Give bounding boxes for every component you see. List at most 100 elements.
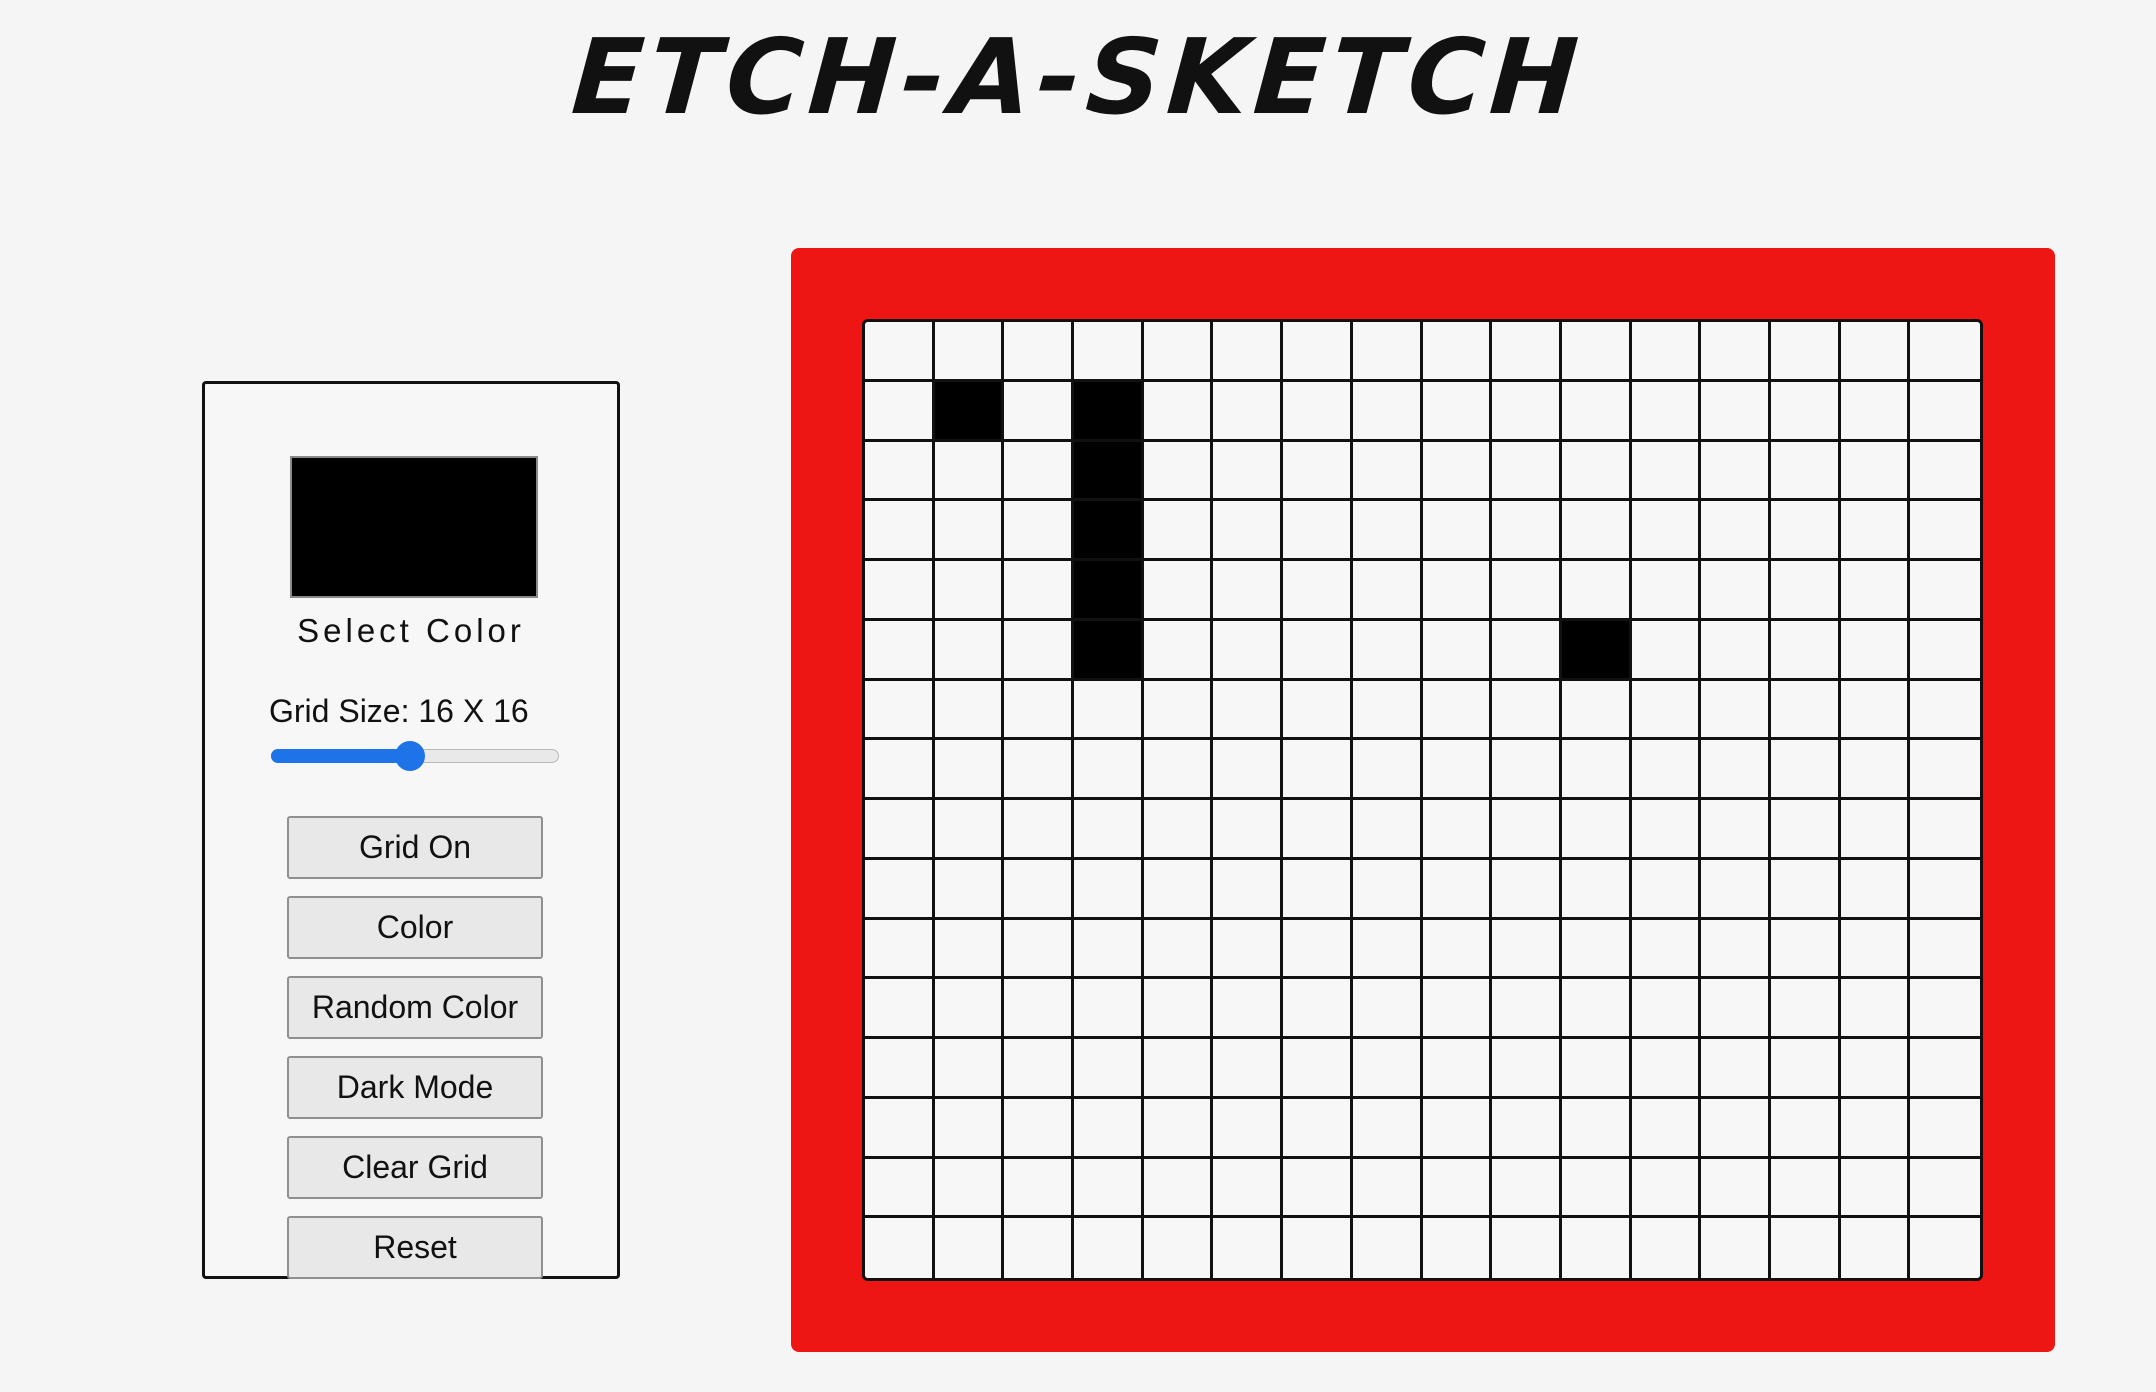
grid-cell[interactable]: [865, 979, 935, 1039]
grid-cell[interactable]: [1631, 800, 1702, 860]
grid-cell[interactable]: [1770, 501, 1841, 561]
grid-cell[interactable]: [1492, 1158, 1562, 1219]
grid-cell[interactable]: [1213, 1098, 1284, 1159]
grid-cell[interactable]: [1770, 1039, 1841, 1099]
grid-cell[interactable]: [865, 859, 935, 920]
grid-cell[interactable]: [1074, 859, 1144, 920]
grid-cell[interactable]: [1492, 1218, 1562, 1278]
grid-cell[interactable]: [1492, 740, 1562, 800]
grid-cell[interactable]: [1143, 979, 1214, 1039]
grid-cell[interactable]: [1840, 322, 1911, 382]
slider-thumb[interactable]: [395, 741, 426, 771]
grid-cell[interactable]: [1840, 919, 1911, 980]
grid-cell[interactable]: [1770, 561, 1841, 621]
grid-cell[interactable]: [1910, 800, 1980, 860]
grid-cell[interactable]: [1910, 1039, 1980, 1099]
grid-cell[interactable]: [1004, 441, 1075, 502]
grid-cell[interactable]: [1422, 1039, 1493, 1099]
grid-cell[interactable]: [1074, 740, 1144, 800]
grid-cell[interactable]: [1561, 322, 1632, 382]
grid-cell[interactable]: [1701, 919, 1771, 980]
grid-cell[interactable]: [1770, 381, 1841, 442]
grid-cell[interactable]: [1910, 1158, 1980, 1219]
grid-cell[interactable]: [1074, 501, 1144, 561]
grid-cell[interactable]: [1283, 441, 1353, 502]
grid-cell[interactable]: [1283, 1218, 1353, 1278]
grid-cell[interactable]: [1074, 561, 1144, 621]
grid-cell[interactable]: [1701, 441, 1771, 502]
grid-cell[interactable]: [1631, 1098, 1702, 1159]
grid-cell[interactable]: [1352, 322, 1423, 382]
grid-cell[interactable]: [934, 1039, 1005, 1099]
grid-cell[interactable]: [1910, 441, 1980, 502]
grid-cell[interactable]: [1770, 322, 1841, 382]
grid-cell[interactable]: [1561, 740, 1632, 800]
grid-cell[interactable]: [1770, 979, 1841, 1039]
grid-cell[interactable]: [934, 620, 1005, 681]
grid-cell[interactable]: [1561, 859, 1632, 920]
grid-cell[interactable]: [1561, 1218, 1632, 1278]
grid-cell[interactable]: [1074, 919, 1144, 980]
grid-cell[interactable]: [934, 441, 1005, 502]
color-picker-swatch[interactable]: [290, 456, 538, 598]
grid-cell[interactable]: [1770, 620, 1841, 681]
grid-cell[interactable]: [1701, 800, 1771, 860]
grid-cell[interactable]: [1074, 1098, 1144, 1159]
grid-cell[interactable]: [1352, 740, 1423, 800]
grid-cell[interactable]: [1143, 322, 1214, 382]
grid-cell[interactable]: [1213, 1158, 1284, 1219]
grid-cell[interactable]: [1213, 561, 1284, 621]
grid-cell[interactable]: [934, 919, 1005, 980]
grid-cell[interactable]: [1561, 441, 1632, 502]
grid-cell[interactable]: [865, 381, 935, 442]
grid-cell[interactable]: [1492, 1098, 1562, 1159]
grid-cell[interactable]: [1701, 561, 1771, 621]
grid-cell[interactable]: [1701, 1098, 1771, 1159]
grid-cell[interactable]: [1770, 800, 1841, 860]
grid-cell[interactable]: [934, 680, 1005, 741]
grid-cell[interactable]: [1840, 859, 1911, 920]
grid-cell[interactable]: [865, 740, 935, 800]
grid-cell[interactable]: [1213, 800, 1284, 860]
grid-cell[interactable]: [1910, 381, 1980, 442]
grid-cell[interactable]: [1074, 1039, 1144, 1099]
grid-cell[interactable]: [1004, 740, 1075, 800]
grid-cell[interactable]: [1631, 1158, 1702, 1219]
grid-cell[interactable]: [1143, 620, 1214, 681]
grid-cell[interactable]: [1840, 800, 1911, 860]
grid-cell[interactable]: [1213, 322, 1284, 382]
sketch-grid[interactable]: [862, 319, 1983, 1281]
grid-cell[interactable]: [1283, 561, 1353, 621]
grid-cell[interactable]: [1840, 1218, 1911, 1278]
grid-cell[interactable]: [1422, 1218, 1493, 1278]
grid-cell[interactable]: [1352, 1039, 1423, 1099]
grid-cell[interactable]: [1492, 919, 1562, 980]
grid-cell[interactable]: [1770, 859, 1841, 920]
grid-cell[interactable]: [1840, 441, 1911, 502]
grid-cell[interactable]: [1143, 561, 1214, 621]
grid-cell[interactable]: [934, 1158, 1005, 1219]
grid-cell[interactable]: [1422, 1098, 1493, 1159]
grid-cell[interactable]: [1283, 1098, 1353, 1159]
grid-cell[interactable]: [1840, 740, 1911, 800]
grid-cell[interactable]: [1074, 1158, 1144, 1219]
grid-cell[interactable]: [1352, 441, 1423, 502]
grid-cell[interactable]: [1422, 501, 1493, 561]
grid-cell[interactable]: [865, 919, 935, 980]
grid-cell[interactable]: [1910, 979, 1980, 1039]
grid-cell[interactable]: [1352, 620, 1423, 681]
grid-cell[interactable]: [1074, 680, 1144, 741]
grid-cell[interactable]: [865, 800, 935, 860]
grid-cell[interactable]: [934, 322, 1005, 382]
grid-cell[interactable]: [1074, 322, 1144, 382]
grid-cell[interactable]: [1631, 322, 1702, 382]
grid-cell[interactable]: [1283, 919, 1353, 980]
grid-cell[interactable]: [1910, 501, 1980, 561]
grid-cell[interactable]: [1213, 859, 1284, 920]
grid-cell[interactable]: [1004, 381, 1075, 442]
grid-cell[interactable]: [1840, 620, 1911, 681]
grid-cell[interactable]: [1561, 1158, 1632, 1219]
grid-cell[interactable]: [1701, 322, 1771, 382]
grid-cell[interactable]: [1492, 441, 1562, 502]
grid-cell[interactable]: [1631, 680, 1702, 741]
